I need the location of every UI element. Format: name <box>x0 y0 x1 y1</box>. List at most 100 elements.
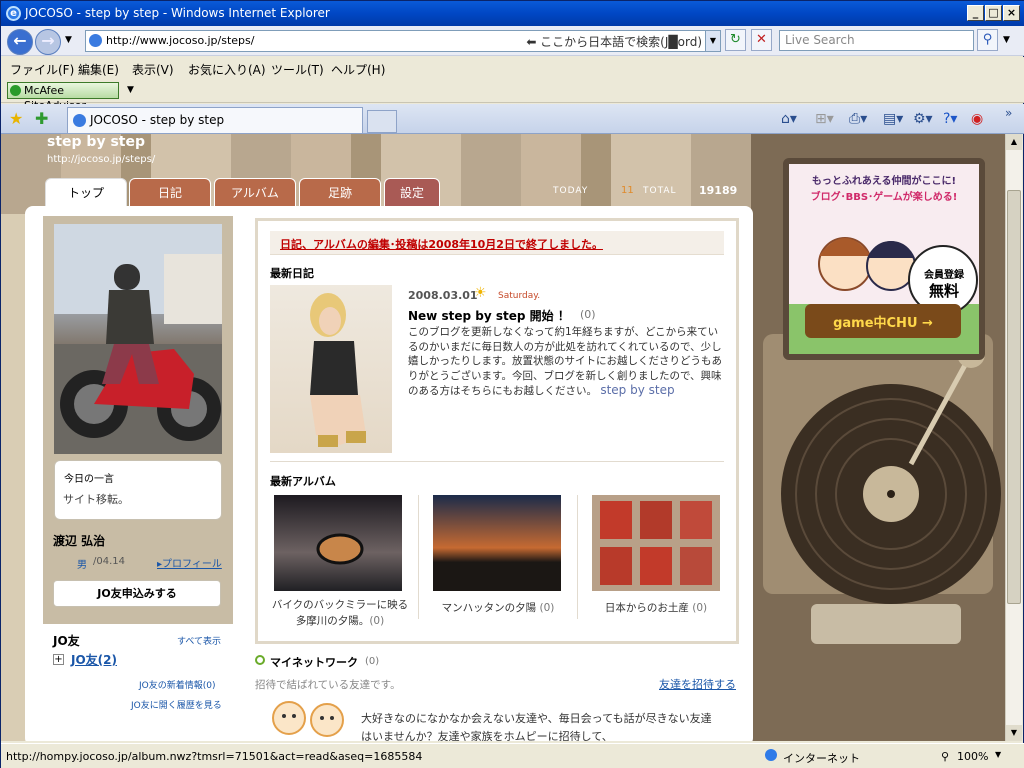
today-count: 11 <box>621 185 634 196</box>
toolbar-overflow-icon[interactable]: » <box>1005 106 1012 120</box>
stop-button[interactable]: ✕ <box>751 29 772 51</box>
album-divider <box>577 495 578 619</box>
profile-name: 渡辺 弘治 <box>53 534 106 548</box>
scroll-thumb[interactable] <box>1007 190 1021 604</box>
tab-title: JOCOSO - step by step <box>90 113 225 127</box>
expand-icon[interactable]: + <box>53 654 64 665</box>
album-caption-2-text: マンハッタンの夕陽 <box>441 602 537 614</box>
jo-new-info-link[interactable]: JO友の新着情報(0) <box>139 678 216 691</box>
print-icon[interactable]: ⎙▾ <box>849 111 867 127</box>
title-bar: e JOCOSO - step by step - Windows Intern… <box>1 1 1024 26</box>
diary-comment-count[interactable]: (0) <box>580 308 596 321</box>
album-caption-3-text: 日本からのお土産 <box>604 602 689 614</box>
zoom-dropdown-icon[interactable]: ▼ <box>995 750 1001 759</box>
profile-link[interactable]: ▸プロフィール <box>157 555 222 570</box>
album-caption-2[interactable]: マンハッタンの夕陽 (0) <box>428 600 568 615</box>
tab-footprint[interactable]: 足跡 <box>299 178 381 208</box>
status-url: http://hompy.jocoso.jp/album.nwz?tmsrl=7… <box>6 750 423 763</box>
divider <box>270 461 724 462</box>
daily-comment-text: サイト移転。 <box>63 493 129 506</box>
album-caption-3[interactable]: 日本からのお土産 (0) <box>586 600 726 615</box>
scroll-down-icon[interactable]: ▼ <box>1006 725 1022 741</box>
my-network-title: マイネットワーク <box>270 656 358 669</box>
address-bar[interactable]: http://www.jocoso.jp/steps/ ⬅ ここから日本語で検索… <box>85 30 721 52</box>
tab-album[interactable]: アルバム <box>214 178 296 208</box>
favorites-star-icon[interactable]: ★ <box>9 109 23 128</box>
menu-view[interactable]: 表示(V) <box>132 61 174 78</box>
close-button[interactable]: × <box>1003 5 1020 21</box>
site-url: http://jocoso.jp/steps/ <box>47 154 156 165</box>
mcafee-toolbar: McAfee SiteAdvisor ▼ <box>1 79 1024 112</box>
address-dropdown-icon[interactable]: ▼ <box>705 31 720 51</box>
game-ad-banner[interactable]: もっとふれあえる仲間がここに! ブログ･BBS･ゲームが楽しめる! 会員登録 無… <box>783 158 985 360</box>
maximize-button[interactable]: □ <box>985 5 1002 21</box>
jo-friend-request-button[interactable]: JO友申込みする <box>53 580 221 607</box>
tab-settings[interactable]: 設定 <box>384 178 440 208</box>
page-menu-icon[interactable]: ▤▾ <box>883 111 903 127</box>
diary-body: このブログを更新しなくなって約1年経ちますが、どこから来ているのかいまだに毎日数… <box>408 325 724 399</box>
invite-friends-link[interactable]: 友達を招待する <box>659 676 736 692</box>
menu-edit[interactable]: 編集(E) <box>78 61 119 78</box>
album-caption-1[interactable]: バイクのバックミラーに映る多摩川の夕陽。(0) <box>270 597 410 629</box>
tab-top[interactable]: トップ <box>45 178 127 208</box>
jo-history-link[interactable]: JO友に開く履歴を見る <box>131 698 222 711</box>
profile-birthday: /04.14 <box>93 556 125 567</box>
vertical-scrollbar[interactable]: ▲ ▼ <box>1005 134 1022 741</box>
mirror-sunset-graphic <box>316 533 364 565</box>
address-hint: ⬅ ここから日本語で検索(J█ord) <box>526 35 702 49</box>
feeds-icon[interactable]: ⊞▾ <box>815 111 834 127</box>
status-bar: http://hompy.jocoso.jp/album.nwz?tmsrl=7… <box>1 743 1024 768</box>
network-bullet-icon <box>255 655 265 665</box>
album-caption-2-count: (0) <box>539 602 555 614</box>
address-url[interactable]: http://www.jocoso.jp/steps/ <box>106 34 254 47</box>
search-input[interactable]: Live Search <box>779 30 974 51</box>
my-network-sub: 招待で結ばれている友達です。 <box>255 679 401 691</box>
tools-gear-icon[interactable]: ⚙▾ <box>913 111 933 127</box>
diary-photo-graphic <box>310 293 366 447</box>
profile-photo[interactable] <box>54 224 222 454</box>
minimize-button[interactable]: _ <box>967 5 984 21</box>
research-icon[interactable]: ◉ <box>971 111 983 127</box>
mcafee-siteadvisor-button[interactable]: McAfee SiteAdvisor <box>7 82 119 112</box>
refresh-button[interactable]: ↻ <box>725 29 746 51</box>
diary-thumbnail[interactable] <box>270 285 392 453</box>
tab-bar: ★ ✚ JOCOSO - step by step ⌂▾ ⊞▾ ⎙▾ ▤▾ ⚙▾… <box>1 104 1024 134</box>
profile-gender: 男 <box>77 560 87 571</box>
menu-tools[interactable]: ツール(T) <box>271 61 324 78</box>
new-tab-button[interactable] <box>367 110 397 133</box>
my-network-count: (0) <box>365 656 380 667</box>
menu-favorites[interactable]: お気に入り(A) <box>188 61 266 78</box>
diary-day: Saturday. <box>498 291 541 301</box>
forward-button[interactable]: → <box>35 29 61 55</box>
add-favorite-icon[interactable]: ✚ <box>35 109 48 128</box>
browser-window: e JOCOSO - step by step - Windows Intern… <box>0 0 1024 768</box>
jo-friends-count-link[interactable]: JO友(2) <box>71 651 117 668</box>
album-thumb-3[interactable] <box>592 495 720 591</box>
zoom-level[interactable]: 100% <box>957 750 988 763</box>
home-icon[interactable]: ⌂▾ <box>781 111 797 127</box>
tab-page-icon <box>73 114 86 127</box>
diary-title[interactable]: New step by step 開始 ！ <box>408 307 570 324</box>
see-all-link[interactable]: すべて表示 <box>177 634 221 647</box>
menu-help[interactable]: ヘルプ(H) <box>331 61 385 78</box>
album-caption-1-count: (0) <box>369 615 385 627</box>
menu-file[interactable]: ファイル(F) <box>10 61 74 78</box>
help-icon[interactable]: ?▾ <box>943 111 957 127</box>
ie-logo-icon: e <box>6 6 21 21</box>
back-button[interactable]: ← <box>7 29 33 55</box>
zoom-icon[interactable]: ⚲ <box>941 750 949 763</box>
history-dropdown-icon[interactable]: ▼ <box>65 35 72 45</box>
album-thumb-1[interactable] <box>274 495 402 591</box>
search-icon[interactable]: ⚲ <box>977 29 998 51</box>
album-thumb-2[interactable] <box>433 495 561 591</box>
scroll-up-icon[interactable]: ▲ <box>1006 134 1022 150</box>
tab-diary[interactable]: 日記 <box>129 178 211 208</box>
album-caption-3-count: (0) <box>692 602 708 614</box>
diary-step-link[interactable]: step by step <box>600 383 674 397</box>
mcafee-dropdown-icon[interactable]: ▼ <box>127 85 134 95</box>
browser-tab[interactable]: JOCOSO - step by step <box>67 107 363 133</box>
album-caption-1-text: バイクのバックミラーに映る多摩川の夕陽。 <box>271 599 409 627</box>
notice-text[interactable]: 日記、アルバムの編集･投稿は2008年10月2日で終了しました。 <box>280 236 603 252</box>
search-options-icon[interactable]: ▼ <box>1003 35 1010 45</box>
globe-icon <box>765 749 777 761</box>
